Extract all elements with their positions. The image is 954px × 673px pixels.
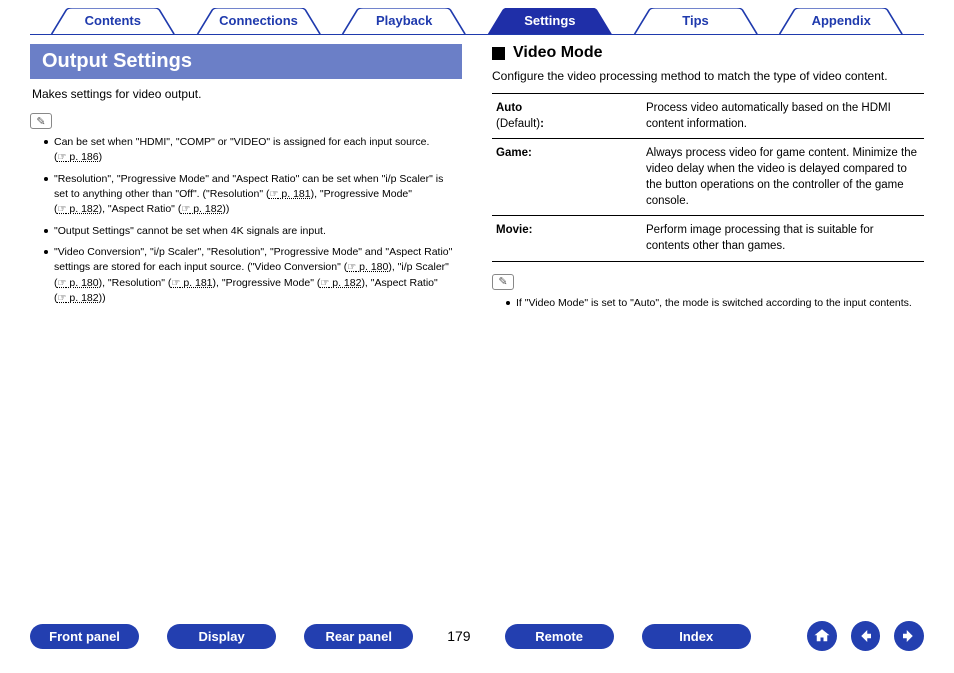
home-icon[interactable] [807,621,837,651]
notes-list: If "Video Mode" is set to "Auto", the mo… [492,296,924,311]
page-ref[interactable]: ☞ p. 182 [58,203,99,215]
page-ref[interactable]: ☞ p. 181 [270,188,311,200]
tab-label: Contents [85,13,141,28]
page-ref[interactable]: ☞ p. 182 [58,292,99,304]
page-ref[interactable]: ☞ p. 186 [58,151,99,163]
page-ref[interactable]: ☞ p. 182 [181,203,222,215]
display-button[interactable]: Display [167,624,276,649]
section-title: Output Settings [42,50,192,72]
rear-panel-button[interactable]: Rear panel [304,624,413,649]
option-desc: Process video automatically based on the… [642,93,924,138]
table-row: Auto(Default): Process video automatical… [492,93,924,138]
option-sub: (Default) [496,118,540,130]
tab-appendix[interactable]: Appendix [768,8,914,34]
front-panel-button[interactable]: Front panel [30,624,139,649]
note-item: Can be set when "HDMI", "COMP" or "VIDEO… [44,135,458,166]
note-item: "Video Conversion", "i/p Scaler", "Resol… [44,245,458,307]
tab-underline [30,34,924,35]
square-bullet-icon [492,47,505,60]
option-desc: Always process video for game content. M… [642,138,924,215]
section-intro: Makes settings for video output. [32,87,462,101]
tab-label: Appendix [812,13,871,28]
section-title-bar: Output Settings [30,44,462,79]
next-icon[interactable] [894,621,924,651]
page-number: 179 [441,628,476,644]
tab-label: Tips [682,13,709,28]
prev-icon[interactable] [851,621,881,651]
notes-list: Can be set when "HDMI", "COMP" or "VIDEO… [30,135,462,307]
note-icon: ✎ [492,274,514,290]
remote-button[interactable]: Remote [505,624,614,649]
option-desc: Perform image processing that is suitabl… [642,216,924,261]
note-item: If "Video Mode" is set to "Auto", the mo… [506,296,920,311]
tab-connections[interactable]: Connections [186,8,332,34]
page-ref[interactable]: ☞ p. 180 [58,277,99,289]
index-button[interactable]: Index [642,624,751,649]
options-table: Auto(Default): Process video automatical… [492,93,924,262]
left-column: Output Settings Makes settings for video… [30,44,462,317]
table-row: Game: Always process video for game cont… [492,138,924,215]
page-ref[interactable]: ☞ p. 181 [171,277,212,289]
tab-settings[interactable]: Settings [477,8,623,34]
note-item: "Output Settings" cannot be set when 4K … [44,224,458,239]
table-row: Movie: Perform image processing that is … [492,216,924,261]
right-column: Video Mode Configure the video processin… [492,44,924,317]
tab-tips[interactable]: Tips [623,8,769,34]
subsection-desc: Configure the video processing method to… [492,68,924,85]
footer-nav: Front panel Display Rear panel 179 Remot… [0,621,954,651]
option-name: Auto [496,102,522,114]
option-name: Movie: [496,224,532,236]
tab-playback[interactable]: Playback [331,8,477,34]
option-name: Game: [496,147,532,159]
note-icon: ✎ [30,113,52,129]
subsection-heading: Video Mode [513,44,603,62]
tab-contents[interactable]: Contents [40,8,186,34]
tab-label: Settings [524,13,575,28]
tab-label: Playback [376,13,432,28]
top-tabs: Contents Connections Playback Settings T… [0,0,954,34]
tab-label: Connections [219,13,298,28]
note-item: "Resolution", "Progressive Mode" and "As… [44,172,458,218]
page-ref[interactable]: ☞ p. 182 [320,277,361,289]
page-ref[interactable]: ☞ p. 180 [347,261,388,273]
